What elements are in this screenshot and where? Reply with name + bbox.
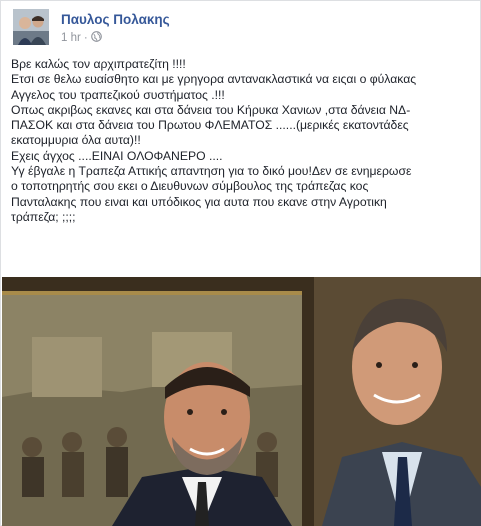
post-line: Βρε καλώς τον αρχιπρατεζίτη !!!! bbox=[11, 57, 186, 71]
avatar-photo bbox=[13, 9, 49, 45]
post-meta: 1 hr · bbox=[61, 31, 102, 45]
post-line: Υγ έβγαλε η Τραπεζα Αττικής απαντηση για… bbox=[11, 164, 412, 179]
facebook-post: Παυλος Πολακης 1 hr · Βρε καλώς τον αρχι… bbox=[0, 0, 481, 526]
author-name[interactable]: Παυλος Πολακης bbox=[61, 12, 170, 27]
post-line: Πανταλακης που ειναι και υπόδικος για αυ… bbox=[11, 194, 387, 209]
post-line: Ετσι σε θελω ευαίσθητο και με γρηγορα αν… bbox=[11, 72, 417, 87]
post-line: τράπεζα; ;;;; bbox=[11, 209, 76, 224]
post-line: Οπως ακριβως εκανες και στα δάνεια του Κ… bbox=[11, 102, 411, 117]
post-line: Εχεις άγχος ....ΕΙΝΑΙ ΟΛΟΦΑΝΕΡΟ .... bbox=[11, 148, 223, 163]
post-timestamp[interactable]: 1 hr bbox=[61, 32, 81, 44]
avatar[interactable] bbox=[13, 9, 49, 45]
globe-icon bbox=[90, 31, 102, 45]
meta-separator: · bbox=[83, 32, 88, 44]
post-line: ΠΑΣΟΚ και στα δάνεια του Πρωτου ΦΛΕΜΑΤΟΣ… bbox=[11, 118, 409, 133]
post-line: ο τοποτηρητής σου εκει ο Διευθυνων σύμβο… bbox=[11, 179, 369, 194]
post-photo[interactable] bbox=[2, 277, 481, 526]
post-line: εκατομμυρια όλα αυτα)!! bbox=[11, 133, 141, 148]
post-line: Αγγελος του τραπεζικού συστήματος .!!! bbox=[11, 87, 225, 102]
post-header: Παυλος Πολακης 1 hr · bbox=[11, 7, 471, 47]
post-text: Βρε καλώς τον αρχιπρατεζίτη !!!! Ετσι σε… bbox=[11, 57, 473, 225]
photo-illustration bbox=[2, 277, 481, 526]
